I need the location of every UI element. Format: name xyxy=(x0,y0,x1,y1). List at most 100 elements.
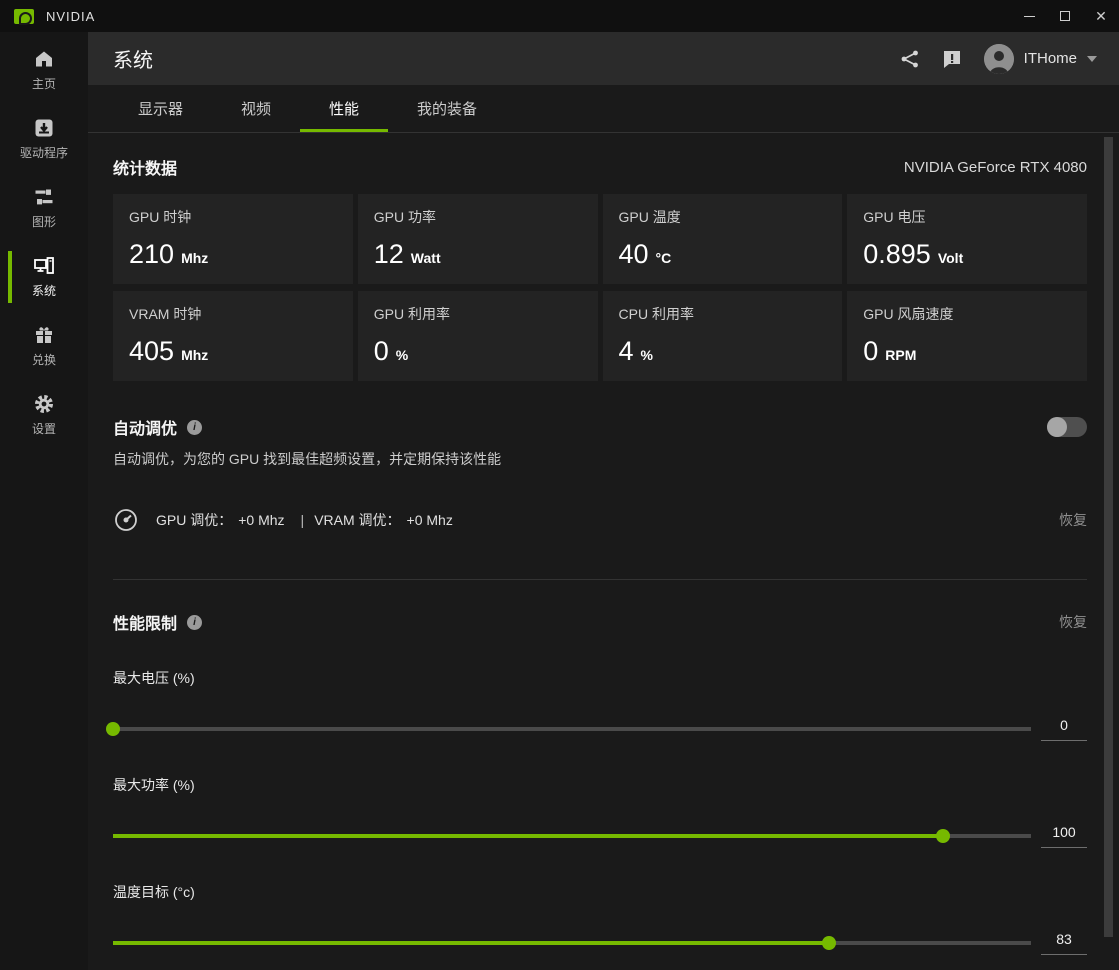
window-controls: ✕ xyxy=(1011,0,1119,32)
temp-target-value[interactable]: 83 xyxy=(1041,931,1087,955)
stat-value: 40 xyxy=(619,239,649,270)
stat-unit: Mhz xyxy=(181,347,208,363)
max-voltage-value[interactable]: 0 xyxy=(1041,717,1087,741)
driver-download-icon xyxy=(33,117,55,139)
tab-label: 我的装备 xyxy=(417,98,477,119)
sidebar-item-settings[interactable]: 设置 xyxy=(0,387,88,443)
slider-fill xyxy=(113,834,943,838)
slider-track[interactable] xyxy=(113,941,1031,945)
stat-card-gpu-clock: GPU 时钟 210Mhz xyxy=(113,194,353,284)
maximize-button[interactable] xyxy=(1047,0,1083,32)
temp-target-label: 温度目标 (°c) xyxy=(113,882,1087,902)
performance-panel: 统计数据 NVIDIA GeForce RTX 4080 GPU 时钟 210M… xyxy=(88,133,1119,970)
stat-value: 4 xyxy=(619,336,634,367)
stat-label: GPU 温度 xyxy=(619,207,827,227)
minimize-icon xyxy=(1024,16,1035,17)
stat-value: 12 xyxy=(374,239,404,270)
stat-value: 0.895 xyxy=(863,239,931,270)
auto-tune-description: 自动调优，为您的 GPU 找到最佳超频设置，并定期保持该性能 xyxy=(113,449,1087,469)
vram-tune-label: VRAM 调优： xyxy=(314,510,400,530)
stat-value: 405 xyxy=(129,336,174,367)
performance-limits-restore-button[interactable]: 恢复 xyxy=(1059,612,1087,632)
temp-target-slider: 83 xyxy=(113,931,1087,955)
sidebar: 主页 驱动程序 图形 系统 兑换 xyxy=(0,32,88,970)
sidebar-item-graphics[interactable]: 图形 xyxy=(0,180,88,236)
sidebar-item-redeem[interactable]: 兑换 xyxy=(0,318,88,374)
sidebar-item-label: 兑换 xyxy=(32,351,56,368)
toggle-knob xyxy=(1047,417,1067,437)
stat-unit: RPM xyxy=(885,347,916,363)
stat-card-gpu-power: GPU 功率 12 Watt xyxy=(358,194,598,284)
stat-label: CPU 利用率 xyxy=(619,304,827,324)
share-icon[interactable] xyxy=(900,49,920,69)
vertical-scrollbar xyxy=(1104,134,1113,967)
sidebar-item-system[interactable]: 系统 xyxy=(0,249,88,305)
tab-performance[interactable]: 性能 xyxy=(300,85,388,132)
tab-display[interactable]: 显示器 xyxy=(109,85,212,132)
auto-tune-restore-button[interactable]: 恢复 xyxy=(1059,510,1087,530)
tab-label: 显示器 xyxy=(138,98,183,119)
slider-thumb[interactable] xyxy=(822,936,836,950)
minimize-button[interactable] xyxy=(1011,0,1047,32)
stat-value: 0 xyxy=(374,336,389,367)
stat-unit: % xyxy=(641,347,653,363)
stat-label: GPU 电压 xyxy=(863,207,1071,227)
sidebar-item-drivers[interactable]: 驱动程序 xyxy=(0,111,88,167)
section-divider xyxy=(113,579,1087,580)
info-icon[interactable]: i xyxy=(187,420,202,435)
sidebar-item-home[interactable]: 主页 xyxy=(0,42,88,98)
slider-track[interactable] xyxy=(113,834,1031,838)
stat-card-gpu-fan: GPU 风扇速度 0 RPM xyxy=(847,291,1087,381)
gpu-name: NVIDIA GeForce RTX 4080 xyxy=(904,159,1087,176)
performance-limits-title: 性能限制 xyxy=(113,610,177,634)
chevron-down-icon xyxy=(1087,56,1097,62)
stat-label: GPU 功率 xyxy=(374,207,582,227)
auto-tune-title: 自动调优 xyxy=(113,415,177,439)
max-power-slider: 100 xyxy=(113,824,1087,848)
gauge-icon xyxy=(113,507,139,533)
stat-unit: Watt xyxy=(411,250,441,266)
max-voltage-slider: 0 xyxy=(113,717,1087,741)
stat-label: GPU 时钟 xyxy=(129,207,337,227)
sidebar-item-label: 主页 xyxy=(32,75,56,92)
stat-card-cpu-util: CPU 利用率 4% xyxy=(603,291,843,381)
max-power-label: 最大功率 (%) xyxy=(113,775,1087,795)
tab-video[interactable]: 视频 xyxy=(212,85,300,132)
stat-value: 0 xyxy=(863,336,878,367)
tab-label: 性能 xyxy=(329,98,359,119)
stat-unit: Volt xyxy=(938,250,963,266)
gpu-tune-value: +0 Mhz xyxy=(238,512,284,528)
user-name: ITHome xyxy=(1024,50,1077,67)
maximize-icon xyxy=(1060,11,1070,21)
user-menu[interactable]: ITHome xyxy=(984,44,1097,74)
brand-name: NVIDIA xyxy=(46,9,95,24)
tab-my-rig[interactable]: 我的装备 xyxy=(388,85,506,132)
tune-separator: | xyxy=(301,512,305,528)
stat-card-vram-clock: VRAM 时钟 405Mhz xyxy=(113,291,353,381)
sidebar-item-label: 系统 xyxy=(32,282,56,299)
info-icon[interactable]: i xyxy=(187,615,202,630)
stat-label: GPU 风扇速度 xyxy=(863,304,1071,324)
sidebar-item-label: 图形 xyxy=(32,213,56,230)
scrollbar-thumb[interactable] xyxy=(1104,137,1113,937)
stat-card-gpu-voltage: GPU 电压 0.895 Volt xyxy=(847,194,1087,284)
stat-unit: °C xyxy=(656,250,672,266)
gift-icon xyxy=(33,324,55,346)
home-icon xyxy=(33,48,55,70)
close-button[interactable]: ✕ xyxy=(1083,0,1119,32)
max-power-value[interactable]: 100 xyxy=(1041,824,1087,848)
auto-tune-toggle[interactable] xyxy=(1047,417,1087,437)
slider-thumb[interactable] xyxy=(106,722,120,736)
slider-track[interactable] xyxy=(113,727,1031,731)
gpu-tune-label: GPU 调优： xyxy=(156,510,232,530)
slider-thumb[interactable] xyxy=(936,829,950,843)
titlebar: NVIDIA ✕ xyxy=(0,0,1119,32)
sidebar-item-label: 设置 xyxy=(32,420,56,437)
stat-label: GPU 利用率 xyxy=(374,304,582,324)
feedback-icon[interactable] xyxy=(942,49,962,69)
tab-label: 视频 xyxy=(241,98,271,119)
stats-section-title: 统计数据 xyxy=(113,155,177,179)
avatar xyxy=(984,44,1014,74)
stat-unit: % xyxy=(396,347,408,363)
page-title: 系统 xyxy=(113,44,153,73)
